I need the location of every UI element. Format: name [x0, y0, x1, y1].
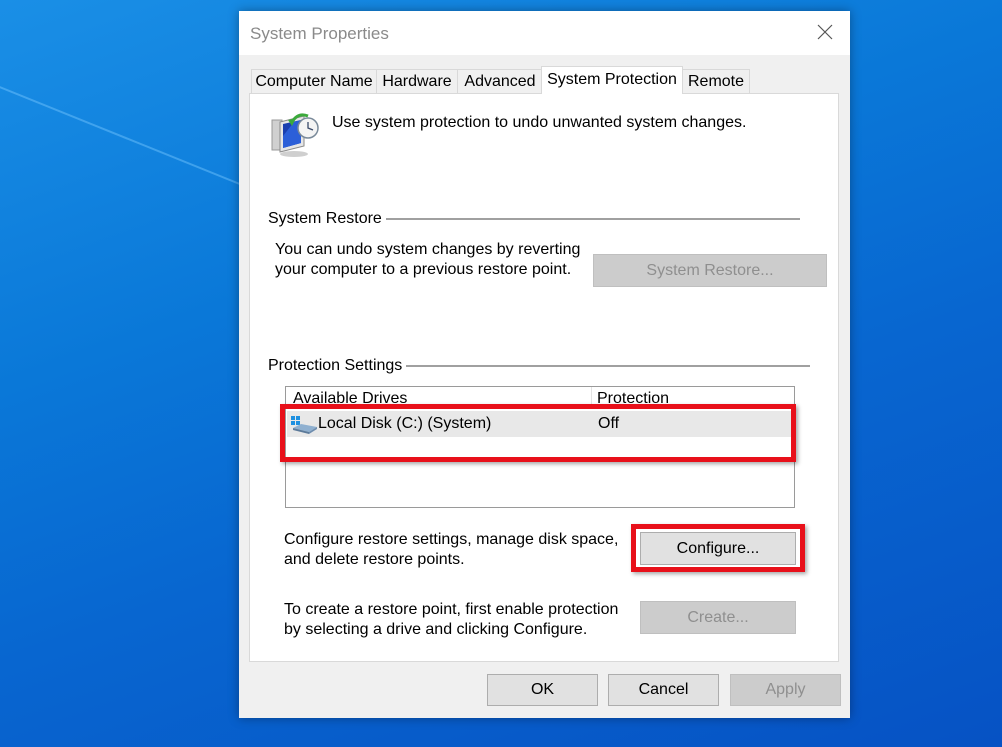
cancel-button[interactable]: Cancel — [608, 674, 719, 706]
configure-button[interactable]: Configure... — [640, 532, 796, 565]
system-restore-description: You can undo system changes by reverting… — [275, 240, 580, 280]
protection-settings-divider — [400, 365, 810, 367]
apply-button[interactable]: Apply — [730, 674, 841, 706]
column-header-protection[interactable]: Protection — [597, 390, 669, 408]
create-button[interactable]: Create... — [640, 601, 796, 634]
column-separator[interactable] — [591, 387, 592, 409]
column-header-available-drives[interactable]: Available Drives — [293, 390, 407, 408]
wallpaper-light-streak — [0, 70, 258, 192]
tab-system-protection[interactable]: System Protection — [541, 66, 683, 94]
description-line: You can undo system changes by reverting — [275, 241, 581, 258]
drive-protection-status: Off — [598, 415, 620, 432]
description-line: Configure restore settings, manage disk … — [284, 531, 619, 548]
drive-row[interactable]: Local Disk (C:) (System) Off — [287, 411, 793, 437]
create-description: To create a restore point, first enable … — [284, 600, 618, 640]
description-line: To create a restore point, first enable … — [284, 601, 619, 618]
tab-advanced[interactable]: Advanced — [457, 69, 543, 93]
drive-name: Local Disk (C:) (System) — [318, 415, 492, 432]
drive-icon — [291, 416, 317, 434]
drives-list-header: Available Drives Protection — [286, 387, 794, 409]
protection-settings-group-label: Protection Settings — [268, 357, 407, 375]
tab-remote[interactable]: Remote — [682, 69, 750, 93]
system-protection-panel: Use system protection to undo unwanted s… — [249, 93, 839, 662]
tab-hardware[interactable]: Hardware — [376, 69, 458, 93]
title-bar: System Properties — [239, 11, 850, 55]
close-icon — [817, 24, 833, 40]
description-line: by selecting a drive and clicking Config… — [284, 621, 588, 638]
tab-computer-name[interactable]: Computer Name — [251, 69, 377, 93]
system-properties-dialog: System Properties Computer Name Hardware… — [239, 11, 850, 718]
system-restore-icon — [271, 113, 319, 157]
system-restore-button[interactable]: System Restore... — [593, 254, 827, 287]
system-restore-group-label: System Restore — [268, 210, 386, 228]
system-restore-divider — [378, 218, 800, 220]
close-button[interactable] — [808, 17, 842, 47]
configure-description: Configure restore settings, manage disk … — [284, 530, 618, 570]
description-line: your computer to a previous restore poin… — [275, 261, 572, 278]
ok-button[interactable]: OK — [487, 674, 598, 706]
window-title: System Properties — [250, 24, 389, 43]
description-line: and delete restore points. — [284, 551, 465, 568]
drives-list[interactable]: Available Drives Protection Local Disk (… — [285, 386, 795, 508]
intro-text: Use system protection to undo unwanted s… — [332, 114, 747, 131]
